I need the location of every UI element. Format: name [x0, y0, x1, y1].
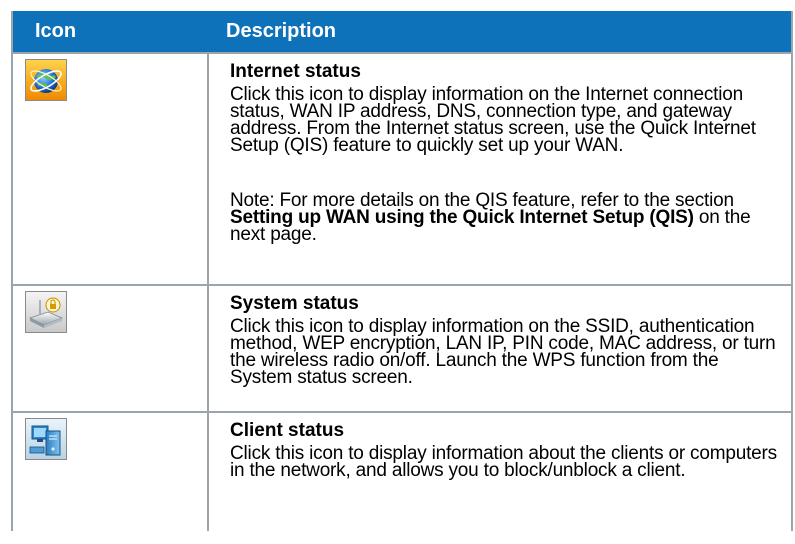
row-note: Note: For more details on the QIS featur… — [230, 191, 783, 244]
table-row: Internet status Click this icon to displ… — [13, 52, 791, 284]
row-text: Click this icon to display information a… — [230, 443, 777, 481]
icon-cell — [13, 54, 209, 284]
router-lock-icon[interactable] — [25, 291, 67, 333]
header-description-column: Description — [226, 20, 337, 42]
description-cell: Client status Click this icon to display… — [209, 413, 791, 531]
row-text: Click this icon to display information o… — [230, 84, 756, 156]
description-cell: Internet status Click this icon to displ… — [209, 54, 791, 284]
header-icon-column: Icon — [35, 20, 77, 42]
icon-description-table: Icon Description Internet status Click t… — [11, 11, 793, 531]
table-header: Icon Description — [13, 11, 791, 52]
row-title: Client status — [230, 420, 345, 441]
table-row: Client status Click this icon to display… — [13, 411, 791, 531]
internet-globe-icon[interactable] — [25, 59, 67, 101]
description-cell: System status Click this icon to display… — [209, 286, 791, 411]
table-row: System status Click this icon to display… — [13, 284, 791, 411]
row-title: System status — [230, 293, 359, 314]
row-title: Internet status — [230, 61, 361, 82]
client-computer-icon[interactable] — [25, 418, 67, 460]
icon-cell — [13, 286, 209, 411]
row-text: Click this icon to display information o… — [230, 316, 776, 388]
icon-cell — [13, 413, 209, 531]
